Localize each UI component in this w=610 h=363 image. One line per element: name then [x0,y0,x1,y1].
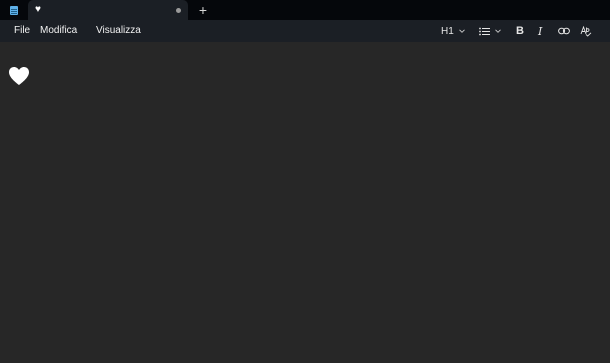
list-dropdown[interactable] [479,20,501,42]
new-tab-button[interactable]: + [188,0,218,20]
unsaved-dot-icon[interactable] [176,7,181,13]
editor-area[interactable]: ♥ [0,42,610,363]
spellcheck-icon [580,25,592,37]
notepad-icon [0,0,28,20]
bold-button[interactable]: B [516,20,524,42]
menu-view[interactable]: Visualizza [96,20,141,42]
menu-file[interactable]: File [7,20,30,42]
chevron-down-icon [495,29,501,33]
tab-active[interactable]: ♥ [28,0,188,20]
link-icon [558,27,570,35]
menu-edit[interactable]: Modifica [40,20,77,42]
tab-bar: ♥ + [0,0,610,20]
spellcheck-button[interactable] [580,20,592,42]
menu-bar: File Modifica Visualizza H1 B I [0,20,610,42]
heading-dropdown[interactable]: H1 [441,20,465,42]
tab-title: ♥ [35,4,41,15]
italic-button[interactable]: I [538,20,542,42]
bulleted-list-icon [479,27,490,35]
notepad-window: ♥ + File Modifica Visualizza H1 B I [0,0,610,363]
heading-label: H1 [441,25,454,37]
chevron-down-icon [458,29,465,33]
link-button[interactable] [558,20,570,42]
heart-icon [9,67,29,85]
